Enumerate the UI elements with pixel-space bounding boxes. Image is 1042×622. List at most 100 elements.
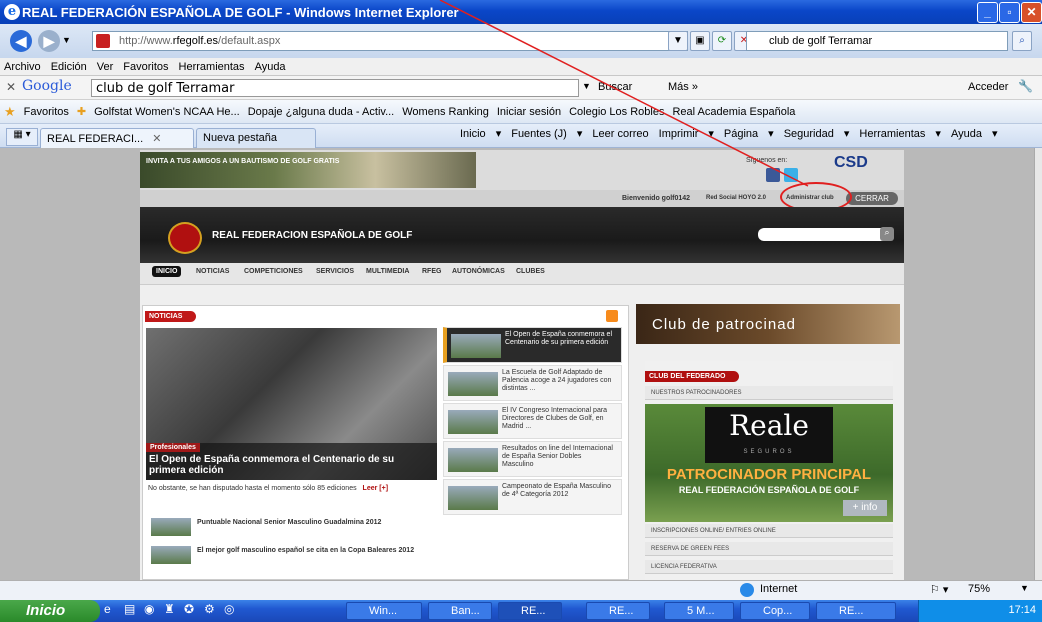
task-re-2[interactable]: RE... <box>816 602 896 620</box>
search-provider-box[interactable]: club de golf Terramar <box>746 31 1008 51</box>
menu-ver[interactable]: Ver <box>97 61 114 73</box>
task-re-active[interactable]: RE... <box>498 602 562 620</box>
tab-real-federacion[interactable]: REAL FEDERACI... ✕ <box>40 128 194 148</box>
fav-item-womens-ranking[interactable]: Womens Ranking <box>402 106 489 118</box>
google-dropdown-icon[interactable]: ▼ <box>582 81 591 91</box>
sign-in-button[interactable]: Acceder <box>968 81 1008 93</box>
refresh-button[interactable]: ⟳ <box>712 31 732 51</box>
side-news-title: La Escuela de Golf Adaptado de Palencia … <box>502 369 612 392</box>
quicklaunch-icon[interactable]: ⚙ <box>204 602 218 616</box>
link-green-fees[interactable]: RESERVA DE GREEN FEES <box>645 542 893 556</box>
page-menu[interactable]: Página <box>724 128 758 140</box>
quicklaunch-icon[interactable]: ▤ <box>124 602 138 616</box>
wrench-icon[interactable]: 🔧 <box>1018 79 1033 93</box>
home-button[interactable]: Inicio <box>460 128 486 140</box>
task-ban[interactable]: Ban... <box>428 602 492 620</box>
quick-tabs-button[interactable]: ▦ ▾ <box>6 128 38 146</box>
search-go-icon[interactable]: ⌕ <box>1012 31 1032 51</box>
clock[interactable]: 17:14 <box>1008 604 1036 616</box>
feeds-button[interactable]: Fuentes (J) <box>511 128 567 140</box>
start-button[interactable]: Inicio <box>0 600 100 622</box>
nav-autonomicas[interactable]: AUTONÓMICAS <box>452 268 505 275</box>
quicklaunch-icon[interactable]: ◉ <box>144 602 158 616</box>
quicklaunch-icon[interactable]: ✪ <box>184 602 198 616</box>
forward-button[interactable]: ▶ <box>38 30 60 52</box>
menu-edicion[interactable]: Edición <box>51 61 87 73</box>
add-favorite-icon[interactable]: ✚ <box>77 105 86 118</box>
facebook-icon[interactable] <box>766 168 780 182</box>
link-inscripciones[interactable]: INSCRIPCIONES ONLINE/ ENTRIES ONLINE <box>645 524 893 538</box>
task-mail[interactable]: 5 M... <box>664 602 734 620</box>
google-search-input[interactable]: club de golf Terramar <box>91 79 579 97</box>
quicklaunch-icon[interactable]: ♜ <box>164 602 178 616</box>
promo-banner[interactable]: INVITA A TUS AMIGOS A UN BAUTISMO DE GOL… <box>140 152 476 188</box>
address-bar[interactable]: http://www.rfegolf.es/default.aspx <box>92 31 688 51</box>
safety-menu[interactable]: Seguridad <box>784 128 834 140</box>
maximize-button[interactable]: ▫ <box>999 2 1020 23</box>
fav-item-colegio[interactable]: Colegio Los Robles <box>569 106 664 118</box>
twitter-icon[interactable] <box>784 168 798 182</box>
site-title: REAL FEDERACION ESPAÑOLA DE GOLF <box>212 230 413 241</box>
read-mail-button[interactable]: Leer correo <box>592 128 648 140</box>
nav-servicios[interactable]: SERVICIOS <box>316 268 354 275</box>
leer-mas-link[interactable]: Leer [+] <box>363 485 388 492</box>
menu-ayuda[interactable]: Ayuda <box>255 61 286 73</box>
menu-favoritos[interactable]: Favoritos <box>123 61 168 73</box>
bottom-news-item[interactable]: Puntuable Nacional Senior Masculino Guad… <box>151 518 421 537</box>
side-news-item[interactable]: El Open de España conmemora el Centenari… <box>443 327 622 363</box>
quicklaunch-ie-icon[interactable]: e <box>104 602 118 616</box>
history-dropdown-icon[interactable]: ▼ <box>62 35 71 45</box>
tools-menu[interactable]: Herramientas <box>859 128 925 140</box>
side-news-item[interactable]: El IV Congreso Internacional para Direct… <box>443 403 622 439</box>
help-menu[interactable]: Ayuda <box>951 128 982 140</box>
nav-clubes[interactable]: CLUBES <box>516 268 545 275</box>
link-licencia[interactable]: LICENCIA FEDERATIVA <box>645 560 893 574</box>
fav-item-dopaje[interactable]: Dopaje ¿alguna duda - Activ... <box>248 106 395 118</box>
quicklaunch-icon[interactable]: ◎ <box>224 602 238 616</box>
bottom-news-item[interactable]: El mejor golf masculino español se cita … <box>151 546 421 565</box>
task-re[interactable]: RE... <box>586 602 650 620</box>
cerrar-button[interactable]: CERRAR <box>846 192 898 205</box>
nav-rfeg[interactable]: RFEG <box>422 268 441 275</box>
task-win[interactable]: Win... <box>346 602 422 620</box>
menu-herramientas[interactable]: Herramientas <box>179 61 245 73</box>
zoom-dropdown-icon[interactable]: ▼ <box>1020 583 1029 593</box>
more-button[interactable]: Más » <box>668 81 698 93</box>
club-patrocinado-banner[interactable]: Club de patrocinad <box>636 304 900 344</box>
protected-mode-icon[interactable]: ⚐ ▾ <box>930 583 948 596</box>
rss-icon[interactable] <box>606 310 618 322</box>
compat-view-button[interactable]: ▣ <box>690 31 710 51</box>
back-button[interactable]: ◀ <box>10 30 32 52</box>
fav-item-iniciar-sesion[interactable]: Iniciar sesión <box>497 106 561 118</box>
mas-info-button[interactable]: + info <box>843 500 887 516</box>
fav-item-rae[interactable]: Real Academia Española <box>672 106 795 118</box>
favorites-button[interactable]: Favoritos <box>24 106 69 118</box>
minimize-button[interactable]: _ <box>977 2 998 23</box>
vertical-scrollbar[interactable] <box>1034 148 1042 580</box>
zoom-level[interactable]: 75% <box>968 583 990 595</box>
nav-noticias[interactable]: NOTICIAS <box>196 268 229 275</box>
news-thumbnail <box>151 518 191 536</box>
fav-item-golfstat[interactable]: Golfstat Women's NCAA He... <box>94 106 240 118</box>
print-button[interactable]: Imprimir <box>659 128 699 140</box>
tab-nueva-pestana[interactable]: Nueva pestaña <box>196 128 316 148</box>
address-dropdown-button[interactable]: ▼ <box>668 31 688 51</box>
main-news-title[interactable]: El Open de España conmemora el Centenari… <box>149 454 433 476</box>
toolbar-close-icon[interactable]: ✕ <box>6 80 16 94</box>
site-search-icon[interactable]: ⌕ <box>880 227 894 241</box>
side-news-item[interactable]: Resultados on line del Internacional de … <box>443 441 622 477</box>
nav-competiciones[interactable]: COMPETICIONES <box>244 268 303 275</box>
nav-inicio[interactable]: INICIO <box>152 266 182 277</box>
nav-multimedia[interactable]: MULTIMEDIA <box>366 268 409 275</box>
site-search-input[interactable] <box>758 228 894 241</box>
red-social-link[interactable]: Red Social HOYO 2.0 <box>706 195 766 201</box>
close-window-button[interactable]: ✕ <box>1021 2 1042 23</box>
google-search-button[interactable]: Buscar <box>598 81 632 93</box>
security-zone: Internet <box>760 583 798 595</box>
patrocinador-principal: PATROCINADOR PRINCIPAL <box>666 466 872 483</box>
close-tab-icon[interactable]: ✕ <box>152 133 161 145</box>
task-cop[interactable]: Cop... <box>740 602 810 620</box>
menu-archivo[interactable]: Archivo <box>4 61 41 73</box>
side-news-item[interactable]: Campeonato de España Masculino de 4ª Cat… <box>443 479 622 515</box>
side-news-item[interactable]: La Escuela de Golf Adaptado de Palencia … <box>443 365 622 401</box>
